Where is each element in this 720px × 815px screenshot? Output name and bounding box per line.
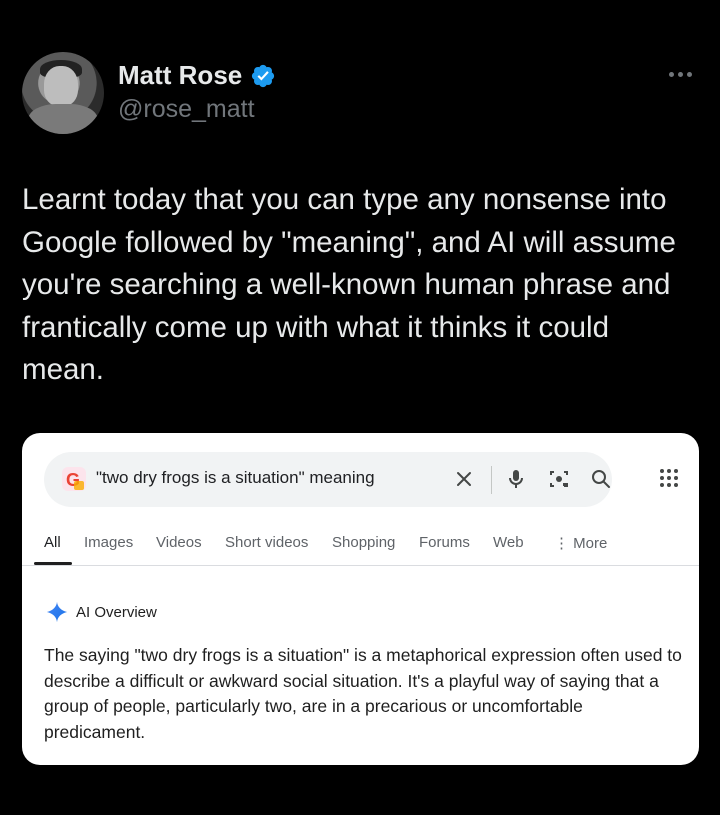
- search-divider: [491, 466, 492, 494]
- tab-more-label: More: [573, 535, 608, 552]
- tab-videos[interactable]: Videos: [156, 534, 202, 551]
- tab-short-videos[interactable]: Short videos: [225, 534, 308, 551]
- tab-forums[interactable]: Forums: [419, 534, 470, 551]
- more-icon[interactable]: [669, 64, 697, 84]
- tab-more[interactable]: ⋮ More: [554, 534, 607, 552]
- apps-grid-icon[interactable]: [660, 469, 680, 489]
- search-bar[interactable]: G "two dry frogs is a situation" meaning: [44, 452, 612, 507]
- search-query[interactable]: "two dry frogs is a situation" meaning: [96, 468, 375, 488]
- ai-sparkle-icon: [46, 601, 68, 623]
- attached-image-google-search[interactable]: G "two dry frogs is a situation" meaning…: [22, 433, 699, 765]
- ai-overview-title: AI Overview: [76, 604, 157, 621]
- avatar[interactable]: [22, 52, 104, 134]
- search-tabs: All Images Videos Short videos Shopping …: [22, 530, 699, 566]
- tab-all[interactable]: All: [44, 534, 61, 551]
- camera-search-icon[interactable]: [547, 467, 571, 491]
- google-lens-logo: G: [62, 467, 86, 491]
- author-handle[interactable]: @rose_matt: [118, 95, 255, 124]
- verified-icon: [252, 64, 275, 87]
- mic-icon[interactable]: [504, 467, 528, 491]
- ai-overview-text: The saying "two dry frogs is a situation…: [44, 645, 682, 742]
- author-name[interactable]: Matt Rose: [118, 60, 242, 91]
- post-text: Learnt today that you can type any nonse…: [22, 183, 676, 386]
- tab-shopping[interactable]: Shopping: [332, 534, 395, 551]
- clear-icon[interactable]: [452, 467, 476, 491]
- tab-web[interactable]: Web: [493, 534, 524, 551]
- author-row: Matt Rose: [118, 60, 276, 91]
- tab-images[interactable]: Images: [84, 534, 133, 551]
- more-vert-icon: ⋮: [554, 535, 574, 552]
- search-icon[interactable]: [589, 467, 613, 491]
- tabs-divider: [22, 565, 699, 566]
